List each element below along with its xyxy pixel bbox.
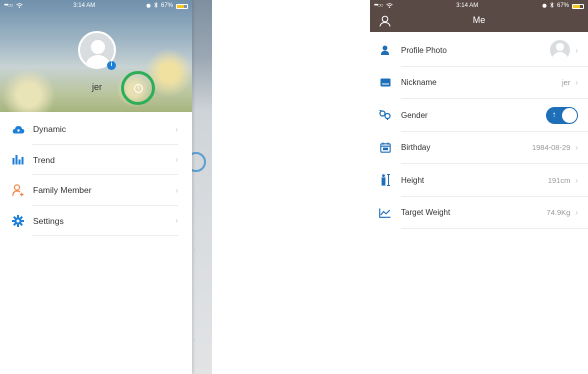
gear-icon [11, 214, 25, 228]
battery-percent: 67% [556, 3, 569, 9]
person-icon [379, 44, 391, 56]
navigation-bar: •••○○ 3:14 AM 67% Me [370, 0, 588, 32]
weight-trend-icon [379, 207, 391, 219]
row-label: Gender [401, 110, 428, 120]
row-target-weight[interactable]: Target Weight 74.9Kg › [370, 197, 588, 229]
bluetooth-icon [154, 1, 158, 10]
row-label: Nickname [401, 78, 437, 88]
alarm-icon [542, 3, 547, 10]
row-value: jer [561, 78, 571, 88]
cloud-icon [11, 122, 25, 136]
alarm-icon [146, 3, 151, 10]
drawer-menu: Dynamic › Trend › Family Member › Settin… [0, 114, 192, 236]
chevron-right-icon: › [175, 185, 178, 195]
row-gender: Gender ↑ [370, 99, 588, 132]
wifi-icon [385, 2, 393, 10]
chevron-right-icon: › [175, 155, 178, 165]
menu-item-family-member[interactable]: Family Member › [0, 175, 192, 206]
menu-item-dynamic[interactable]: Dynamic › [0, 114, 192, 145]
row-height[interactable]: Height 191cm › [370, 164, 588, 197]
row-value: 74.9Kg [546, 208, 571, 218]
row-label: Height [401, 175, 425, 185]
signal-dots: •••○○ [4, 3, 14, 9]
screenshot-stage: . . •••○○ 3:14 AM 67% i jer i Dynamic › … [0, 0, 588, 374]
left-phone-screen: . . •••○○ 3:14 AM 67% i jer i Dynamic › … [0, 0, 212, 374]
menu-item-label: Dynamic [33, 124, 67, 135]
row-nickname[interactable]: Nickname jer › [370, 67, 588, 99]
row-value: 1984-08-29 [531, 143, 571, 153]
edit-profile-button[interactable]: i [121, 71, 155, 105]
page-title: Me [472, 15, 486, 25]
wifi-icon [15, 2, 23, 10]
info-icon: i [134, 84, 143, 93]
row-label: Birthday [401, 143, 431, 153]
side-drawer: •••○○ 3:14 AM 67% i jer i Dynamic › Tren… [0, 0, 192, 374]
height-icon [379, 174, 391, 187]
chevron-right-icon: › [575, 175, 578, 185]
row-label: Target Weight [401, 208, 451, 218]
chevron-right-icon: › [175, 124, 178, 134]
profile-username: jer [91, 82, 102, 92]
faded-mark: . [194, 336, 196, 342]
profile-photo-thumbnail [550, 40, 571, 61]
menu-item-label: Family Member [33, 185, 92, 196]
calendar-icon [379, 142, 391, 154]
chevron-right-icon: › [575, 143, 578, 153]
status-bar: •••○○ 3:14 AM 67% [370, 0, 588, 12]
main-screen-behind-drawer: . . [186, 0, 212, 374]
right-phone-screen: •••○○ 3:14 AM 67% Me Profile Photo › Nic… [370, 0, 588, 374]
chevron-right-icon: › [175, 216, 178, 226]
menu-item-label: Settings [33, 215, 64, 226]
battery-icon [176, 3, 188, 9]
profile-header: •••○○ 3:14 AM 67% i jer i [0, 0, 192, 112]
row-label: Profile Photo [401, 45, 447, 55]
chevron-right-icon: › [575, 45, 578, 55]
nickname-card-icon [379, 77, 391, 89]
family-member-icon [11, 183, 25, 197]
gender-toggle[interactable]: ↑ [546, 106, 578, 124]
faded-mark: . [194, 246, 196, 252]
status-bar: •••○○ 3:14 AM 67% [0, 0, 192, 12]
profile-settings-list: Profile Photo › Nickname jer › Gender ↑ [370, 34, 588, 229]
gender-badge-icon: i [107, 61, 116, 70]
bluetooth-icon [550, 1, 554, 10]
status-time: 3:14 AM [456, 3, 479, 9]
gender-icon [379, 109, 391, 121]
row-profile-photo[interactable]: Profile Photo › [370, 34, 588, 67]
menu-item-settings[interactable]: Settings › [0, 206, 192, 236]
battery-icon [572, 3, 584, 9]
signal-dots: •••○○ [374, 3, 384, 9]
chevron-right-icon: › [575, 78, 578, 88]
chevron-right-icon: › [575, 208, 578, 218]
battery-percent: 67% [160, 3, 173, 9]
bar-chart-icon [11, 153, 25, 167]
status-time: 3:14 AM [73, 3, 96, 9]
row-value: 191cm [547, 175, 571, 185]
menu-item-trend[interactable]: Trend › [0, 145, 192, 175]
row-birthday[interactable]: Birthday 1984-08-29 › [370, 132, 588, 164]
menu-item-label: Trend [33, 154, 55, 165]
